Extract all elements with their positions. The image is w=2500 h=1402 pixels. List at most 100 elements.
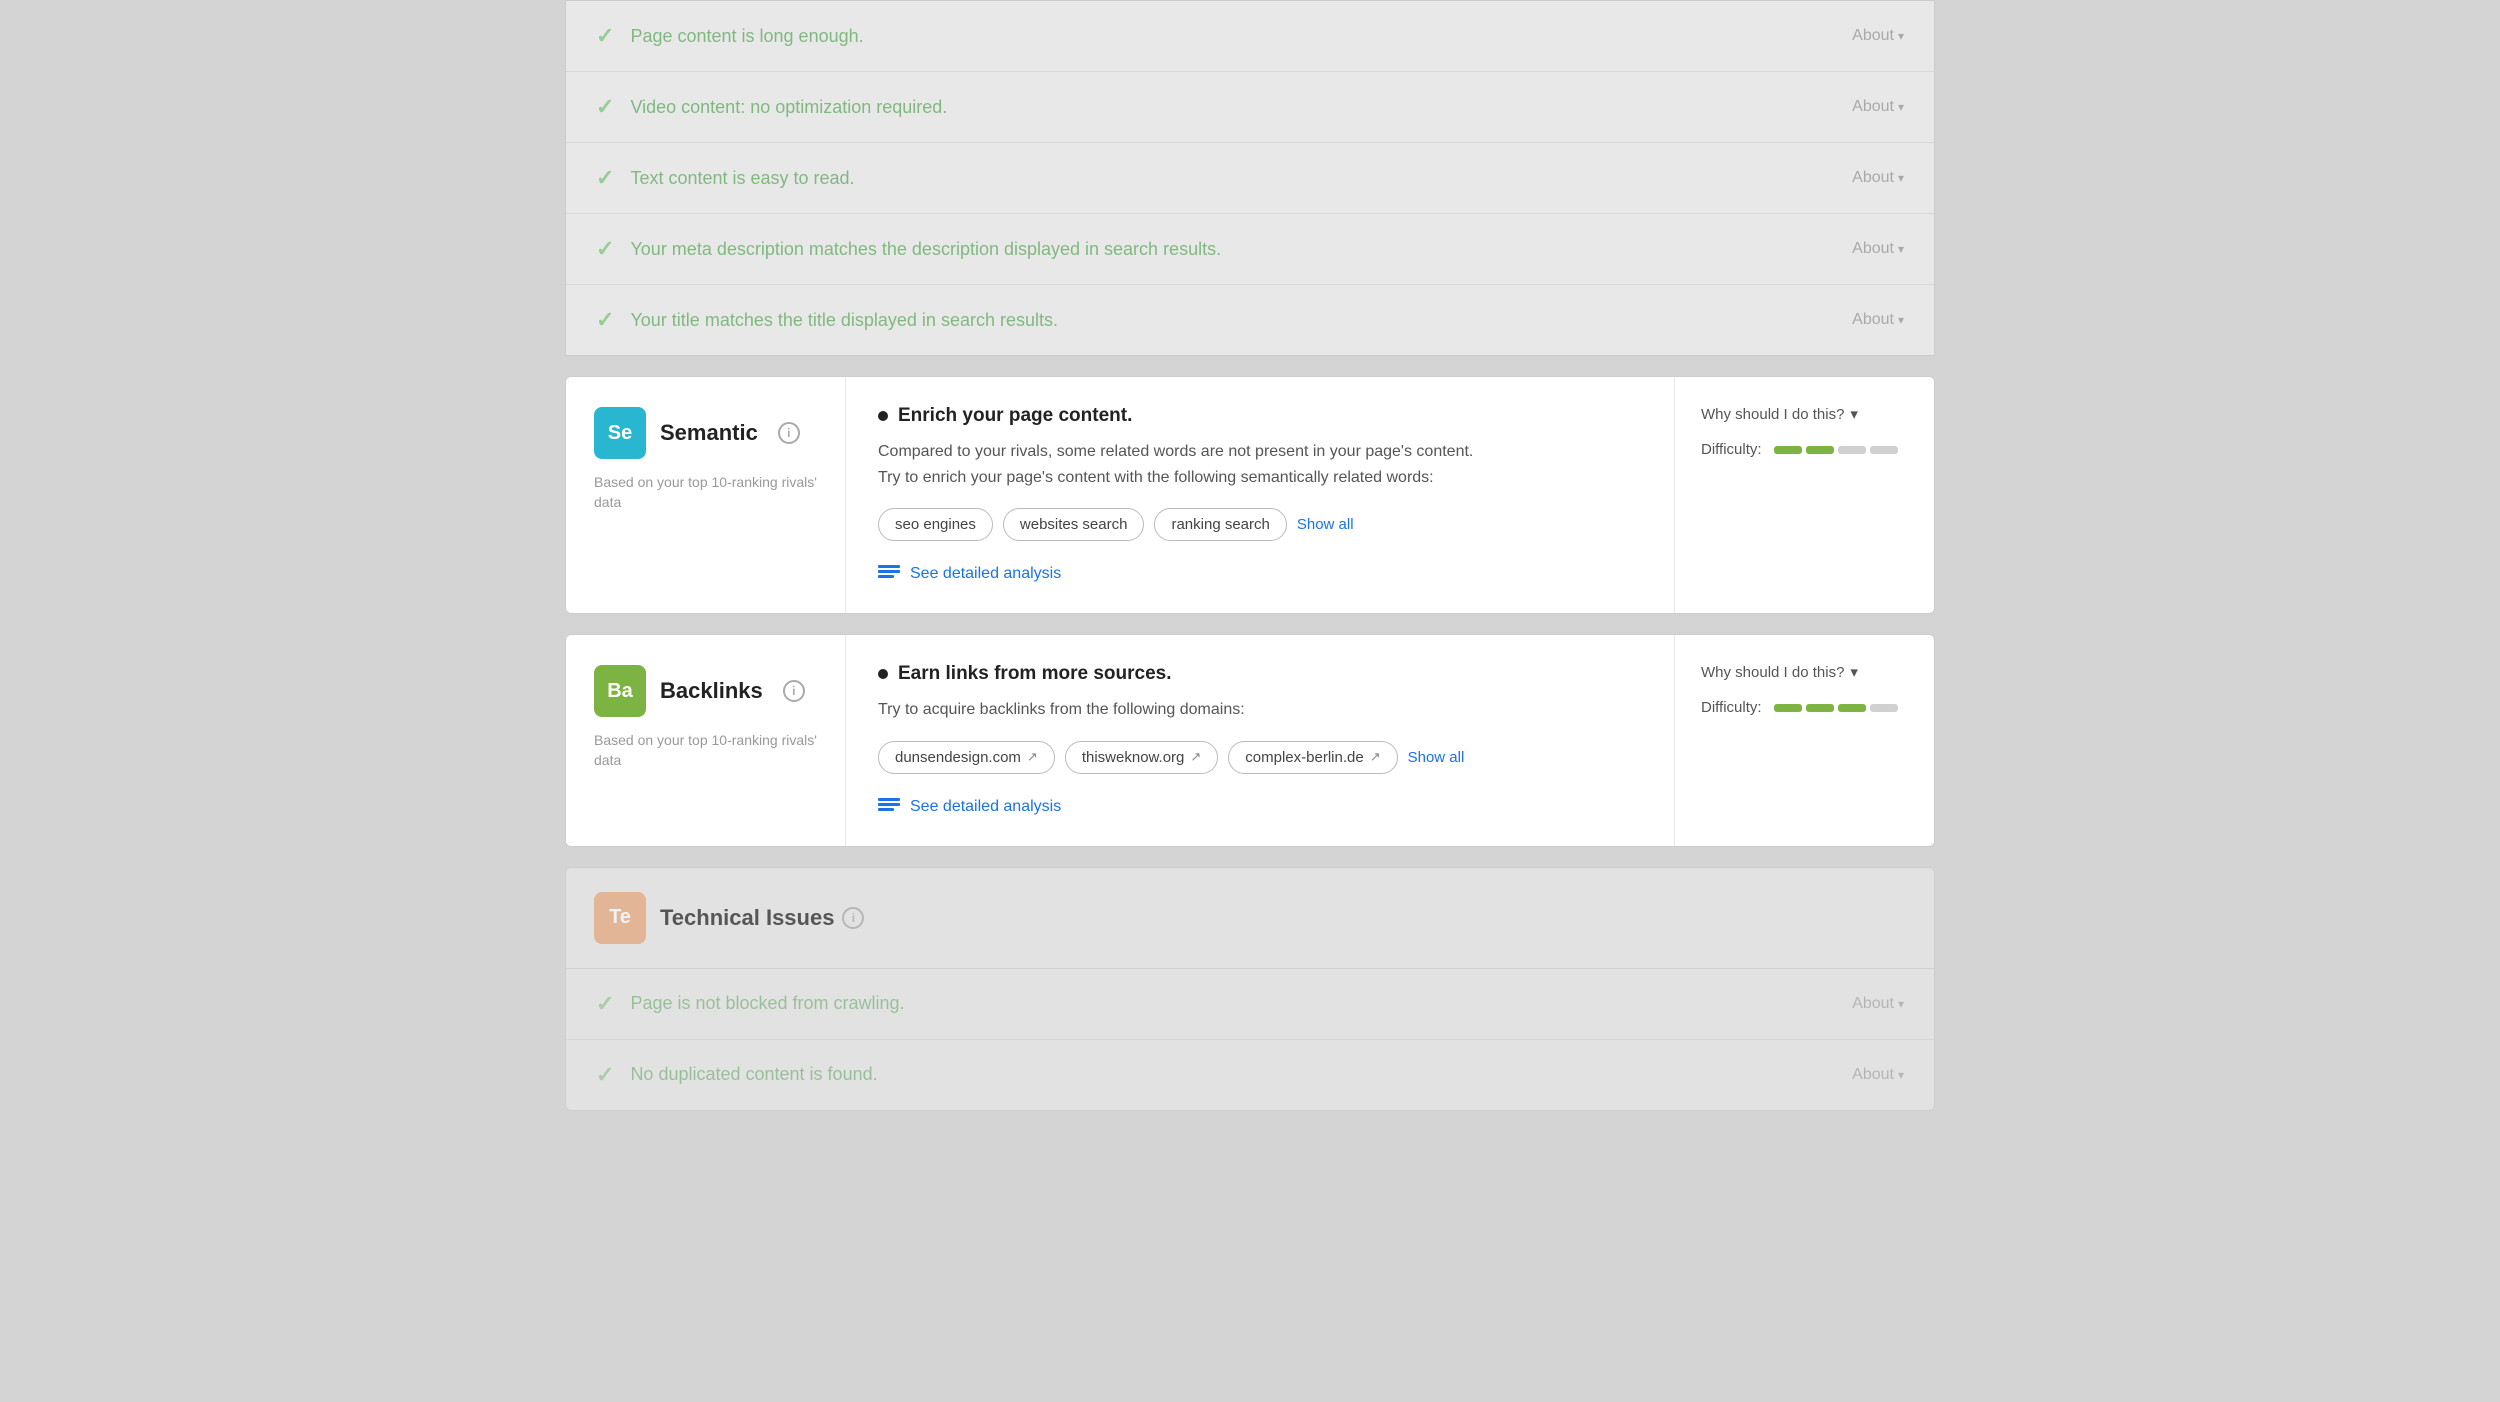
check-text-1: Page content is long enough. bbox=[630, 26, 863, 47]
about-btn-2[interactable]: About ▾ bbox=[1852, 98, 1904, 116]
semantic-card-left: Se Semantic i Based on your top 10-ranki… bbox=[566, 377, 846, 613]
semantic-desc1: Compared to your rivals, some related wo… bbox=[878, 443, 1473, 460]
semantic-title: Semantic bbox=[660, 420, 758, 446]
backlinks-info-icon[interactable]: i bbox=[783, 680, 805, 702]
check-text-4: Your meta description matches the descri… bbox=[630, 239, 1221, 260]
semantic-icon: Se bbox=[594, 407, 646, 459]
tech-row-text-1: Page is not blocked from crawling. bbox=[630, 993, 904, 1014]
backlinks-desc1: Try to acquire backlinks from the follow… bbox=[878, 701, 1245, 718]
check-text-5: Your title matches the title displayed i… bbox=[630, 310, 1058, 331]
semantic-tag-1[interactable]: websites search bbox=[1003, 508, 1145, 541]
backlinks-why-button[interactable]: Why should I do this? ▾ bbox=[1701, 663, 1858, 681]
semantic-card-right: Why should I do this? ▾ Difficulty: bbox=[1674, 377, 1934, 613]
semantic-desc2: Try to enrich your page's content with t… bbox=[878, 469, 1434, 486]
semantic-show-all[interactable]: Show all bbox=[1297, 516, 1354, 533]
backlinks-difficulty-label: Difficulty: bbox=[1701, 699, 1762, 716]
backlinks-card-right: Why should I do this? ▾ Difficulty: bbox=[1674, 635, 1934, 846]
diff-bar-3 bbox=[1838, 704, 1866, 712]
diff-bar-2 bbox=[1806, 704, 1834, 712]
semantic-subtitle: Based on your top 10-ranking rivals' dat… bbox=[594, 473, 817, 512]
technical-info-icon[interactable]: i bbox=[842, 907, 864, 929]
semantic-difficulty-label: Difficulty: bbox=[1701, 441, 1762, 458]
check-icon-1: ✓ bbox=[596, 23, 614, 49]
backlinks-subtitle: Based on your top 10-ranking rivals' dat… bbox=[594, 731, 817, 770]
diff-bar-4 bbox=[1870, 704, 1898, 712]
semantic-card: Se Semantic i Based on your top 10-ranki… bbox=[565, 376, 1935, 614]
check-icon-4: ✓ bbox=[596, 236, 614, 262]
external-link-icon: ↗ bbox=[1027, 749, 1038, 765]
check-text-2: Video content: no optimization required. bbox=[630, 97, 947, 118]
backlinks-tags-row: dunsendesign.com ↗ thisweknow.org ↗ comp… bbox=[878, 741, 1642, 774]
backlinks-difficulty-row: Difficulty: bbox=[1701, 699, 1908, 716]
tech-about-btn-1[interactable]: About ▾ bbox=[1852, 995, 1904, 1013]
technical-icon: Te bbox=[594, 892, 646, 944]
technical-issues-header: Te Technical Issues i bbox=[566, 868, 1934, 968]
tech-row-2: ✓ No duplicated content is found. About … bbox=[566, 1040, 1934, 1110]
about-btn-5[interactable]: About ▾ bbox=[1852, 311, 1904, 329]
chevron-down-icon: ▾ bbox=[1898, 1068, 1904, 1082]
about-btn-4[interactable]: About ▾ bbox=[1852, 240, 1904, 258]
semantic-difficulty-bars bbox=[1774, 446, 1898, 454]
tech-row-text-2: No duplicated content is found. bbox=[630, 1064, 877, 1085]
check-icon-tech-2: ✓ bbox=[596, 1062, 614, 1088]
check-row-2: ✓ Video content: no optimization require… bbox=[566, 72, 1934, 143]
analysis-icon bbox=[878, 563, 900, 585]
backlinks-see-analysis[interactable]: See detailed analysis bbox=[878, 796, 1642, 818]
check-text-3: Text content is easy to read. bbox=[630, 168, 854, 189]
backlinks-card-left: Ba Backlinks i Based on your top 10-rank… bbox=[566, 635, 846, 846]
check-row-3: ✓ Text content is easy to read. About ▾ bbox=[566, 143, 1934, 214]
semantic-see-analysis[interactable]: See detailed analysis bbox=[878, 563, 1642, 585]
backlinks-show-all[interactable]: Show all bbox=[1408, 749, 1465, 766]
bullet-icon bbox=[878, 669, 888, 679]
analysis-icon bbox=[878, 796, 900, 818]
semantic-tags-row: seo engines websites search ranking sear… bbox=[878, 508, 1642, 541]
top-check-rows: ✓ Page content is long enough. About ▾ ✓… bbox=[565, 0, 1935, 356]
check-row-1: ✓ Page content is long enough. About ▾ bbox=[566, 1, 1934, 72]
chevron-down-icon: ▾ bbox=[1898, 997, 1904, 1011]
technical-issues-section: Te Technical Issues i ✓ Page is not bloc… bbox=[565, 867, 1935, 1111]
external-link-icon: ↗ bbox=[1370, 749, 1381, 765]
backlinks-tag-2[interactable]: complex-berlin.de ↗ bbox=[1228, 741, 1397, 774]
check-icon-2: ✓ bbox=[596, 94, 614, 120]
backlinks-tag-1[interactable]: thisweknow.org ↗ bbox=[1065, 741, 1218, 774]
check-icon-5: ✓ bbox=[596, 307, 614, 333]
chevron-down-icon: ▾ bbox=[1898, 171, 1904, 185]
semantic-tag-2[interactable]: ranking search bbox=[1154, 508, 1286, 541]
semantic-card-main: Enrich your page content. Compared to yo… bbox=[846, 377, 1674, 613]
semantic-info-icon[interactable]: i bbox=[778, 422, 800, 444]
backlinks-difficulty-bars bbox=[1774, 704, 1898, 712]
bullet-icon bbox=[878, 411, 888, 421]
technical-rows: ✓ Page is not blocked from crawling. Abo… bbox=[566, 968, 1934, 1110]
backlinks-icon: Ba bbox=[594, 665, 646, 717]
chevron-down-icon: ▾ bbox=[1898, 242, 1904, 256]
check-icon-3: ✓ bbox=[596, 165, 614, 191]
diff-bar-1 bbox=[1774, 704, 1802, 712]
tech-row-1: ✓ Page is not blocked from crawling. Abo… bbox=[566, 969, 1934, 1040]
diff-bar-2 bbox=[1806, 446, 1834, 454]
backlinks-tag-0[interactable]: dunsendesign.com ↗ bbox=[878, 741, 1055, 774]
external-link-icon: ↗ bbox=[1190, 749, 1201, 765]
technical-title: Technical Issues bbox=[660, 905, 834, 931]
backlinks-card: Ba Backlinks i Based on your top 10-rank… bbox=[565, 634, 1935, 847]
check-row-5: ✓ Your title matches the title displayed… bbox=[566, 285, 1934, 355]
backlinks-card-main: Earn links from more sources. Try to acq… bbox=[846, 635, 1674, 846]
chevron-down-icon: ▾ bbox=[1898, 313, 1904, 327]
semantic-why-button[interactable]: Why should I do this? ▾ bbox=[1701, 405, 1858, 423]
tech-about-btn-2[interactable]: About ▾ bbox=[1852, 1066, 1904, 1084]
chevron-down-icon: ▾ bbox=[1850, 663, 1858, 681]
about-btn-1[interactable]: About ▾ bbox=[1852, 27, 1904, 45]
chevron-down-icon: ▾ bbox=[1898, 29, 1904, 43]
diff-bar-3 bbox=[1838, 446, 1866, 454]
chevron-down-icon: ▾ bbox=[1898, 100, 1904, 114]
semantic-main-title: Enrich your page content. bbox=[898, 405, 1132, 427]
semantic-tag-0[interactable]: seo engines bbox=[878, 508, 993, 541]
about-btn-3[interactable]: About ▾ bbox=[1852, 169, 1904, 187]
diff-bar-1 bbox=[1774, 446, 1802, 454]
backlinks-main-title: Earn links from more sources. bbox=[898, 663, 1172, 685]
semantic-difficulty-row: Difficulty: bbox=[1701, 441, 1908, 458]
check-row-4: ✓ Your meta description matches the desc… bbox=[566, 214, 1934, 285]
check-icon-tech-1: ✓ bbox=[596, 991, 614, 1017]
chevron-down-icon: ▾ bbox=[1850, 405, 1858, 423]
diff-bar-4 bbox=[1870, 446, 1898, 454]
backlinks-title: Backlinks bbox=[660, 678, 763, 704]
